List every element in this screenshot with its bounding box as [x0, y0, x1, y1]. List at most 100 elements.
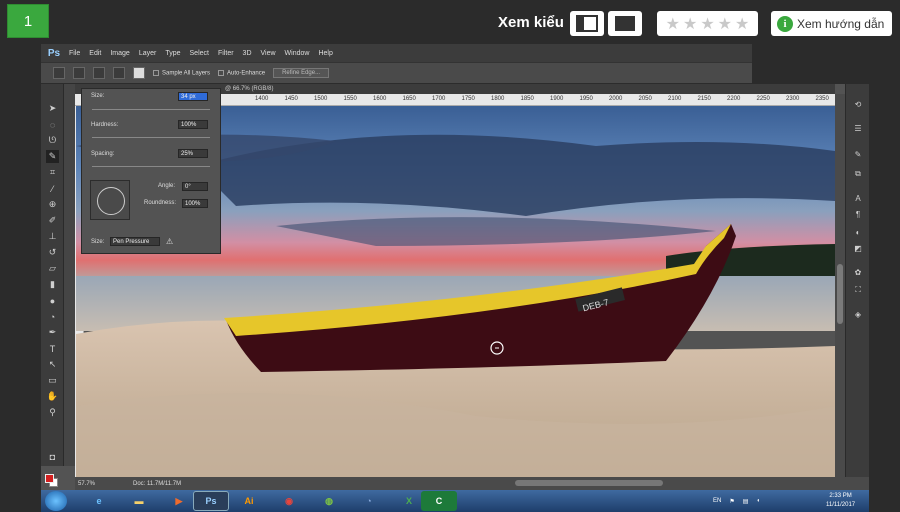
type-tool-icon[interactable]: T [46, 342, 59, 355]
subtract-selection-icon[interactable] [113, 67, 125, 79]
lasso-tool-icon[interactable]: ᘎ [46, 134, 59, 147]
chat-icon[interactable]: ◔ [351, 491, 387, 511]
dodge-tool-icon[interactable]: ◔ [46, 310, 59, 323]
start-button[interactable] [45, 491, 67, 511]
quick-selection-tool-icon[interactable]: ✎ [46, 150, 59, 163]
size-slider[interactable] [92, 109, 210, 110]
horizontal-scroll-thumb[interactable] [515, 480, 663, 486]
zoom-level[interactable]: 57.7% [75, 481, 109, 487]
lesson-number-badge[interactable]: 1 [7, 4, 49, 38]
healing-tool-icon[interactable]: ⊕ [46, 198, 59, 211]
menu-help[interactable]: Help [318, 50, 332, 57]
history-brush-icon[interactable]: ↺ [46, 246, 59, 259]
illustrator-icon[interactable]: Ai [231, 491, 267, 511]
star-icon[interactable]: ★ [700, 14, 714, 34]
move-tool-icon[interactable]: ➤ [46, 102, 59, 115]
sample-all-layers-checkbox[interactable]: Sample All Layers [153, 69, 210, 76]
spacing-field[interactable]: 25% [178, 149, 208, 158]
refine-edge-button[interactable]: Refine Edge... [273, 68, 330, 78]
properties-panel-icon[interactable]: ☰ [852, 122, 864, 134]
language-indicator[interactable]: EN [713, 498, 721, 504]
folder-icon[interactable]: ▬ [121, 491, 157, 511]
brush-angle-preview[interactable] [90, 180, 130, 220]
clone-panel-icon[interactable]: ⧉ [852, 168, 864, 180]
camtasia-icon[interactable]: C [421, 491, 457, 511]
volume-icon[interactable]: ◖ [756, 498, 760, 504]
color-panel-icon[interactable]: ✿ [852, 266, 864, 278]
gradient-tool-icon[interactable]: ▮ [46, 278, 59, 291]
full-view-button[interactable] [608, 11, 642, 36]
spacing-slider[interactable] [92, 166, 210, 167]
ruler-mark: 1800 [491, 96, 505, 102]
ruler-mark: 1850 [520, 96, 534, 102]
shape-tool-icon[interactable]: ▭ [46, 374, 59, 387]
size-control-label: Size: [91, 239, 105, 245]
menu-filter[interactable]: Filter [218, 50, 234, 57]
styles-panel-icon[interactable]: ◩ [852, 242, 864, 254]
view-guide-button[interactable]: i Xem hướng dẫn [771, 11, 892, 36]
blur-tool-icon[interactable]: ● [46, 294, 59, 307]
quick-mask-icon[interactable]: ◘ [46, 450, 59, 463]
photoshop-taskbar-icon[interactable]: Ps [193, 491, 229, 511]
ruler-mark: 2150 [697, 96, 711, 102]
foreground-color-swatch[interactable] [45, 474, 54, 483]
split-view-button[interactable] [570, 11, 604, 36]
ie-icon[interactable]: e [81, 491, 117, 511]
brush-picker-icon[interactable] [133, 67, 145, 79]
angle-circle[interactable] [97, 187, 125, 215]
marquee-tool-icon[interactable]: ◌ [46, 118, 59, 131]
zoom-tool-icon[interactable]: ⚲ [46, 406, 59, 419]
rating-stars[interactable]: ★ ★ ★ ★ ★ [657, 11, 758, 36]
scroll-thumb[interactable] [837, 264, 843, 324]
angle-field[interactable]: 0° [182, 182, 208, 191]
layers-panel-icon[interactable]: ◈ [852, 308, 864, 320]
eyedropper-tool-icon[interactable]: ⁄ [46, 182, 59, 195]
menu-view[interactable]: View [261, 50, 276, 57]
size-field[interactable]: 34 px [178, 92, 208, 101]
eraser-tool-icon[interactable]: ▱ [46, 262, 59, 275]
star-icon[interactable]: ★ [718, 14, 732, 34]
navigator-panel-icon[interactable]: ⛶ [852, 284, 864, 296]
star-icon[interactable]: ★ [683, 14, 697, 34]
clock[interactable]: 2:33 PM 11/11/2017 [826, 492, 855, 510]
network-icon[interactable]: ▤ [743, 498, 749, 505]
full-view-icon [615, 16, 635, 31]
roundness-field[interactable]: 100% [182, 199, 208, 208]
menu-3d[interactable]: 3D [243, 50, 252, 57]
character-panel-icon[interactable]: A [852, 192, 864, 204]
chrome-icon[interactable]: ◉ [271, 491, 307, 511]
vertical-scrollbar[interactable] [835, 94, 845, 477]
hardness-label: Hardness: [91, 122, 119, 128]
menu-type[interactable]: Type [165, 50, 180, 57]
tool-preset-icon[interactable] [53, 67, 65, 79]
flag-icon[interactable]: ⚑ [729, 498, 734, 505]
hardness-slider[interactable] [92, 137, 210, 138]
auto-enhance-checkbox[interactable]: Auto-Enhance [218, 69, 265, 76]
coccoc-icon[interactable]: ◍ [311, 491, 347, 511]
menu-select[interactable]: Select [190, 50, 209, 57]
crop-tool-icon[interactable]: ⌗ [46, 166, 59, 179]
history-panel-icon[interactable]: ⟲ [852, 98, 864, 110]
menu-window[interactable]: Window [285, 50, 310, 57]
stamp-tool-icon[interactable]: ⊥ [46, 230, 59, 243]
new-selection-icon[interactable] [73, 67, 85, 79]
brush-panel-icon[interactable]: ✎ [852, 148, 864, 160]
menu-edit[interactable]: Edit [89, 50, 101, 57]
hand-tool-icon[interactable]: ✋ [46, 390, 59, 403]
brush-tool-icon[interactable]: ✐ [46, 214, 59, 227]
star-icon[interactable]: ★ [666, 14, 680, 34]
size-control-select[interactable]: Pen Pressure [110, 237, 160, 246]
media-player-icon[interactable]: ▶ [161, 491, 197, 511]
path-selection-icon[interactable]: ↖ [46, 358, 59, 371]
add-selection-icon[interactable] [93, 67, 105, 79]
menu-file[interactable]: File [69, 50, 80, 57]
paragraph-panel-icon[interactable]: ¶ [852, 208, 864, 220]
menu-layer[interactable]: Layer [139, 50, 157, 57]
hardness-field[interactable]: 100% [178, 120, 208, 129]
pen-tool-icon[interactable]: ✒ [46, 326, 59, 339]
collapsed-panel-tabs[interactable] [64, 84, 75, 466]
star-icon[interactable]: ★ [735, 14, 749, 34]
menu-image[interactable]: Image [110, 50, 129, 57]
adjustments-panel-icon[interactable]: ◐ [852, 226, 864, 238]
brush-preset-picker: Size: 34 px Hardness: 100% Spacing: 25% … [81, 88, 221, 254]
